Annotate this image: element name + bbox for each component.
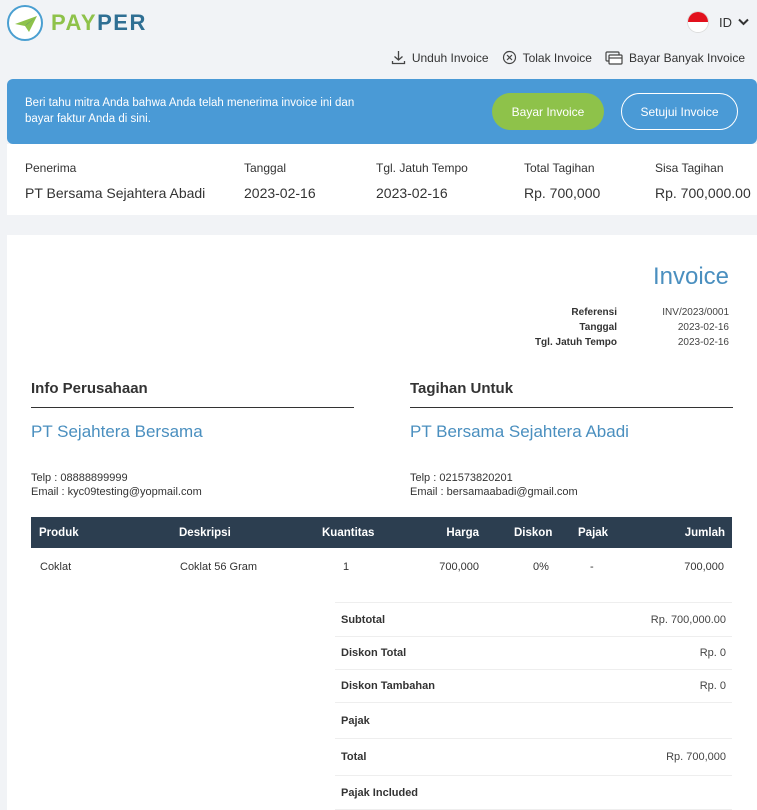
cell-description: Coklat 56 Gram [180,560,258,573]
total-label: Total Tagihan [524,161,595,175]
totals-key: Diskon Tambahan [341,680,435,692]
col-tax: Pajak [578,526,609,539]
company-name: PT Sejahtera Bersama [31,422,203,441]
summary-due-date: Tgl. Jatuh Tempo 2023-02-16 [376,161,468,201]
recipient-value: PT Bersama Sejahtera Abadi [25,185,206,201]
totals-key: Pajak Included [341,786,419,799]
invoice-meta: Referensi INV/2023/0001 Tanggal 2023-02-… [507,305,729,350]
cell-price: 700,000 [439,560,479,573]
table-row: Coklat Coklat 56 Gram 1 700,000 0% - 700… [31,548,732,585]
brand-name: PAYPER [51,10,147,36]
cell-discount: 0% [533,560,549,573]
bill-to-phone: Telp : 021573820201 [410,472,513,484]
meta-row-reference: Referensi INV/2023/0001 [507,305,729,320]
meta-value: 2023-02-16 [677,322,729,333]
col-amount: Jumlah [684,526,725,539]
totals-row-discount: Diskon Total Rp. 0 [335,636,732,669]
totals-row-tax-included: Pajak Included [335,775,732,810]
invoice-actions: Unduh Invoice Tolak Invoice Bayar Banyak… [378,50,745,65]
company-info: Info Perusahaan PT Sejahtera Bersama Tel… [31,380,354,498]
total-value: Rp. 700,000 [524,185,601,201]
approve-invoice-button[interactable]: Setujui Invoice [621,93,738,130]
brand-per: PER [97,10,147,35]
cell-quantity: 1 [343,560,350,573]
col-price: Harga [446,526,479,539]
totals-key: Subtotal [341,613,385,626]
totals-key: Diskon Total [341,647,407,659]
bill-to-name: PT Bersama Sejahtera Abadi [410,422,629,441]
summary-total: Total Tagihan Rp. 700,000 [524,161,600,201]
col-discount: Diskon [514,526,553,539]
pay-multiple-invoices-label: Bayar Banyak Invoice [628,50,745,65]
cell-product: Coklat [40,560,72,573]
remaining-value: Rp. 700,000.00 [655,185,751,201]
meta-row-due-date: Tgl. Jatuh Tempo 2023-02-16 [507,335,729,350]
recipient-label: Penerima [25,161,77,175]
reject-invoice-link[interactable]: Tolak Invoice [502,50,592,65]
pay-invoice-button[interactable]: Bayar Invoice [492,93,604,130]
totals-row-total: Total Rp. 700,000 [335,738,732,775]
chevron-down-icon [738,18,749,26]
totals-key: Pajak [341,714,370,727]
totals-row-tax: Pajak [335,702,732,738]
meta-value: 2023-02-16 [677,337,729,348]
totals-section: Subtotal Rp. 700,000.00 Diskon Total Rp.… [335,602,732,810]
invoice-document: Invoice Referensi INV/2023/0001 Tanggal … [7,235,757,810]
download-invoice-label: Unduh Invoice [411,50,489,65]
pay-multiple-invoices-link[interactable]: Bayar Banyak Invoice [605,50,745,65]
bill-to-info: Tagihan Untuk PT Bersama Sejahtera Abadi… [410,380,733,498]
company-phone: Telp : 08888899999 [31,472,128,484]
totals-key: Total [341,751,367,763]
summary-date: Tanggal 2023-02-16 [244,161,316,201]
col-description: Deskripsi [179,526,231,539]
language-selector[interactable]: ID [687,11,749,33]
items-table: Produk Deskripsi Kuantitas Harga Diskon … [31,517,732,585]
totals-value: Rp. 700,000.00 [650,613,726,626]
reject-invoice-label: Tolak Invoice [522,50,592,65]
meta-value: INV/2023/0001 [662,307,729,318]
language-code: ID [719,14,732,30]
meta-key: Tanggal [579,322,617,333]
invoice-title: Invoice [652,263,729,290]
brand-pay: PAY [51,10,98,35]
paper-plane-icon [7,5,43,41]
summary-remaining: Sisa Tagihan Rp. 700,000.00 [655,161,751,201]
totals-value: Rp. 0 [699,647,726,659]
meta-row-date: Tanggal 2023-02-16 [507,320,729,335]
col-quantity: Kuantitas [322,526,375,539]
download-icon [391,51,405,65]
table-header: Produk Deskripsi Kuantitas Harga Diskon … [31,517,732,548]
due-date-value: 2023-02-16 [376,185,448,201]
multi-payment-icon [605,51,623,65]
company-email: Email : kyc09testing@yopmail.com [31,486,202,498]
reject-icon [502,50,516,65]
due-date-label: Tgl. Jatuh Tempo [376,161,468,175]
totals-value: Rp. 700,000 [666,751,726,763]
bill-to-email: Email : bersamaabadi@gmail.com [410,486,578,498]
remaining-label: Sisa Tagihan [655,161,724,175]
cell-amount: 700,000 [684,560,724,573]
company-info-heading: Info Perusahaan [31,380,354,408]
payment-banner: Beri tahu mitra Anda bahwa Anda telah me… [7,79,757,144]
bill-to-heading: Tagihan Untuk [410,380,733,408]
meta-key: Referensi [571,307,617,318]
col-product: Produk [39,526,79,539]
summary-recipient: Penerima PT Bersama Sejahtera Abadi [25,161,205,201]
totals-value: Rp. 0 [699,680,726,692]
meta-key: Tgl. Jatuh Tempo [534,337,617,348]
indonesia-flag-icon [687,11,709,33]
cell-tax: - [590,560,594,573]
totals-row-subtotal: Subtotal Rp. 700,000.00 [335,602,732,636]
date-label: Tanggal [244,161,287,175]
download-invoice-link[interactable]: Unduh Invoice [391,50,489,65]
invoice-summary: Penerima PT Bersama Sejahtera Abadi Tang… [7,144,757,215]
top-header: PAYPER ID [0,0,757,46]
date-value: 2023-02-16 [244,185,316,201]
banner-message: Beri tahu mitra Anda bahwa Anda telah me… [25,97,355,125]
totals-row-extra-discount: Diskon Tambahan Rp. 0 [335,669,732,702]
payper-logo[interactable]: PAYPER [7,5,147,41]
